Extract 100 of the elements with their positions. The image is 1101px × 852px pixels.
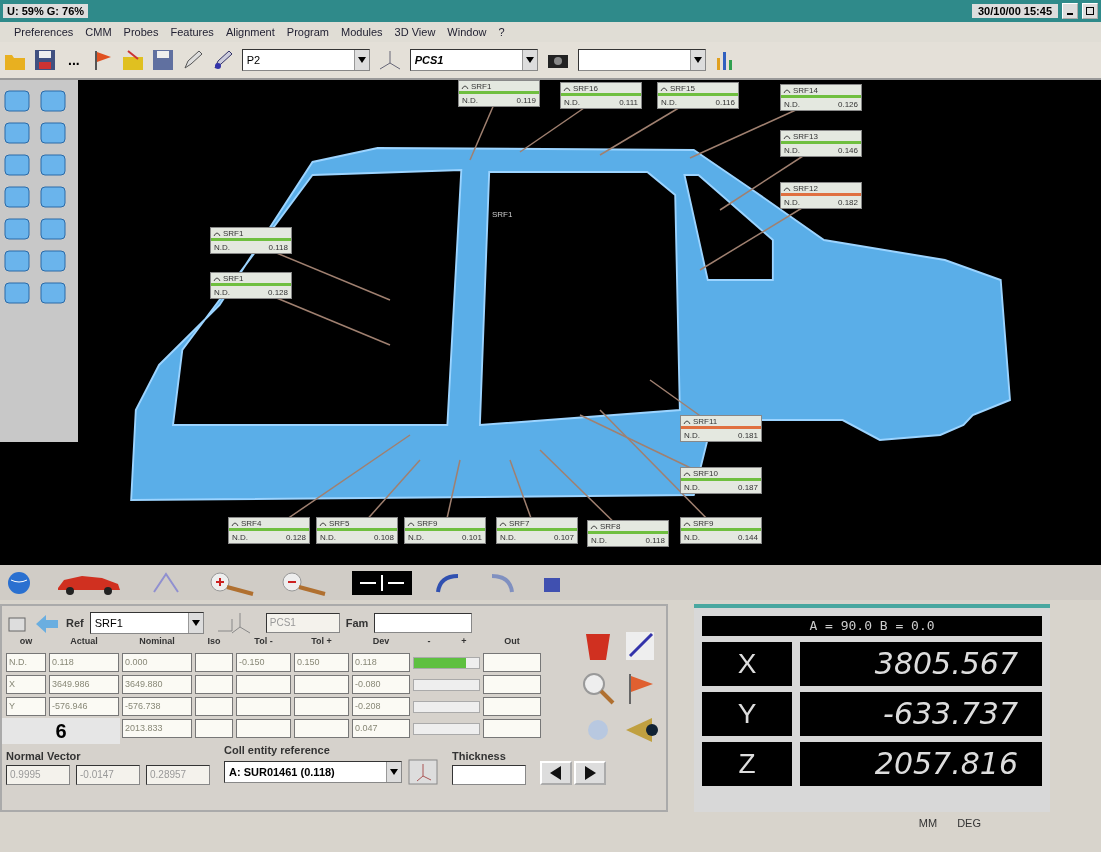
caret-icon bbox=[693, 57, 702, 63]
table-cell: 0.118 bbox=[49, 653, 119, 672]
point-name: SRF5 bbox=[329, 518, 350, 528]
table-cell: 0.150 bbox=[294, 653, 349, 672]
menu-item[interactable]: 3D View bbox=[394, 26, 436, 38]
folder-icon[interactable] bbox=[121, 49, 144, 71]
coll-entity-label: Coll entity reference bbox=[224, 744, 331, 756]
table-cell: 0.047 bbox=[352, 719, 410, 738]
column-header: Out bbox=[503, 636, 521, 648]
measure-value: 0.108 bbox=[373, 532, 394, 542]
measure-label: N.D. bbox=[684, 532, 700, 542]
measure-value: 0.116 bbox=[715, 97, 735, 107]
column-header: Dev bbox=[371, 636, 391, 648]
menu-item[interactable]: Probes bbox=[123, 26, 159, 38]
table-cell bbox=[483, 675, 541, 694]
probe-dropdown[interactable]: P2 bbox=[241, 49, 370, 71]
view-dropdown[interactable] bbox=[577, 49, 706, 71]
table-cell bbox=[195, 719, 233, 738]
caret-icon bbox=[390, 769, 398, 775]
figure-number: 6 bbox=[2, 718, 120, 744]
menu-item[interactable]: Preferences bbox=[14, 26, 74, 38]
minimize-button[interactable] bbox=[1062, 3, 1078, 19]
measure-value: 0.119 bbox=[516, 95, 536, 105]
magnifier-icon[interactable] bbox=[580, 670, 616, 706]
menu-item[interactable]: Features bbox=[170, 26, 214, 38]
column-header: + bbox=[460, 636, 468, 648]
table-cell: N.D. bbox=[6, 653, 46, 672]
caret-icon bbox=[525, 57, 534, 63]
status-text: DEG bbox=[957, 817, 981, 829]
deviation-bar bbox=[413, 657, 480, 669]
menu-item[interactable]: Alignment bbox=[225, 26, 275, 38]
caret-icon bbox=[357, 57, 366, 63]
angle-readout: A = 90.0 B = 0.0 bbox=[702, 616, 1042, 636]
deviation-bar bbox=[413, 723, 480, 735]
measure-label: N.D. bbox=[661, 97, 677, 107]
point-name: SRF8 bbox=[600, 521, 621, 531]
ref-label: Ref bbox=[66, 617, 84, 629]
measure-label: N.D. bbox=[320, 532, 336, 542]
table-cell: -0.080 bbox=[352, 675, 410, 694]
table-cell: -0.208 bbox=[352, 697, 410, 716]
table-cell: 3649.986 bbox=[49, 675, 119, 694]
measure-label: N.D. bbox=[784, 99, 800, 109]
axis-label: Y bbox=[702, 692, 792, 736]
menu-item[interactable]: Window bbox=[447, 26, 487, 38]
point-name: SRF1 bbox=[223, 228, 244, 238]
coordinate-value: 3805.567 bbox=[800, 642, 1042, 686]
axis-label: Z bbox=[702, 742, 792, 786]
globe-icon[interactable] bbox=[6, 569, 32, 596]
column-header: Actual bbox=[69, 636, 99, 648]
measure-value: 0.181 bbox=[737, 430, 758, 440]
pencil-icon[interactable] bbox=[211, 49, 234, 71]
maximize-button[interactable] bbox=[1082, 3, 1098, 19]
previous-button[interactable] bbox=[540, 761, 572, 785]
measure-label: N.D. bbox=[784, 197, 800, 207]
measure-value: 0.126 bbox=[837, 99, 858, 109]
status-text: MM bbox=[918, 817, 938, 829]
thickness-field[interactable] bbox=[452, 765, 526, 785]
measure-value: 0.118 bbox=[268, 242, 288, 252]
measure-value: 0.144 bbox=[737, 532, 758, 542]
pencil-icon[interactable] bbox=[181, 49, 204, 71]
table-cell: Y bbox=[6, 697, 46, 716]
left-arrow-icon bbox=[550, 766, 562, 780]
fam-field[interactable] bbox=[374, 613, 473, 633]
measure-label: N.D. bbox=[232, 532, 248, 542]
more-button[interactable]: ... bbox=[64, 52, 84, 68]
coll-entity-dropdown[interactable]: A: SUR01461 (0.118) bbox=[224, 761, 402, 783]
measure-value: 0.187 bbox=[737, 482, 758, 492]
save-icon[interactable] bbox=[34, 49, 56, 71]
measure-label: N.D. bbox=[500, 532, 516, 542]
measure-value: 0.128 bbox=[285, 532, 306, 542]
measure-label: N.D. bbox=[214, 242, 230, 252]
menu-item[interactable]: Program bbox=[286, 26, 329, 38]
caret-icon bbox=[191, 620, 200, 626]
menu-item[interactable]: ? bbox=[498, 26, 505, 38]
menu-item[interactable]: Modules bbox=[341, 26, 383, 38]
measure-label: N.D. bbox=[462, 95, 478, 105]
table-cell bbox=[236, 719, 291, 738]
measure-label: N.D. bbox=[564, 97, 580, 107]
maximize-icon bbox=[1086, 7, 1094, 15]
save-icon[interactable] bbox=[151, 49, 174, 71]
ref-dropdown[interactable]: SRF1 bbox=[89, 612, 204, 634]
next-button[interactable] bbox=[574, 761, 606, 785]
fam-label: Fam bbox=[345, 617, 369, 629]
measure-value: 0.146 bbox=[837, 145, 858, 155]
point-name: SRF16 bbox=[573, 83, 598, 93]
table-cell: -576.738 bbox=[122, 697, 192, 716]
measure-label: N.D. bbox=[408, 532, 424, 542]
table-cell bbox=[483, 719, 541, 738]
measure-label: N.D. bbox=[214, 287, 230, 297]
menu-item[interactable]: CMM bbox=[85, 26, 112, 38]
point-name: SRF11 bbox=[693, 416, 718, 426]
alignment-dropdown[interactable]: PCS1 bbox=[409, 49, 538, 71]
point-name: SRF13 bbox=[793, 131, 818, 141]
deviation-bar bbox=[413, 679, 480, 691]
table-cell: -0.150 bbox=[236, 653, 291, 672]
table-cell: 0.000 bbox=[122, 653, 192, 672]
measure-value: 0.182 bbox=[837, 197, 858, 207]
fit-view-icon[interactable] bbox=[352, 570, 412, 595]
measure-value: 0.101 bbox=[461, 532, 482, 542]
point-name: SRF1 bbox=[223, 273, 244, 283]
